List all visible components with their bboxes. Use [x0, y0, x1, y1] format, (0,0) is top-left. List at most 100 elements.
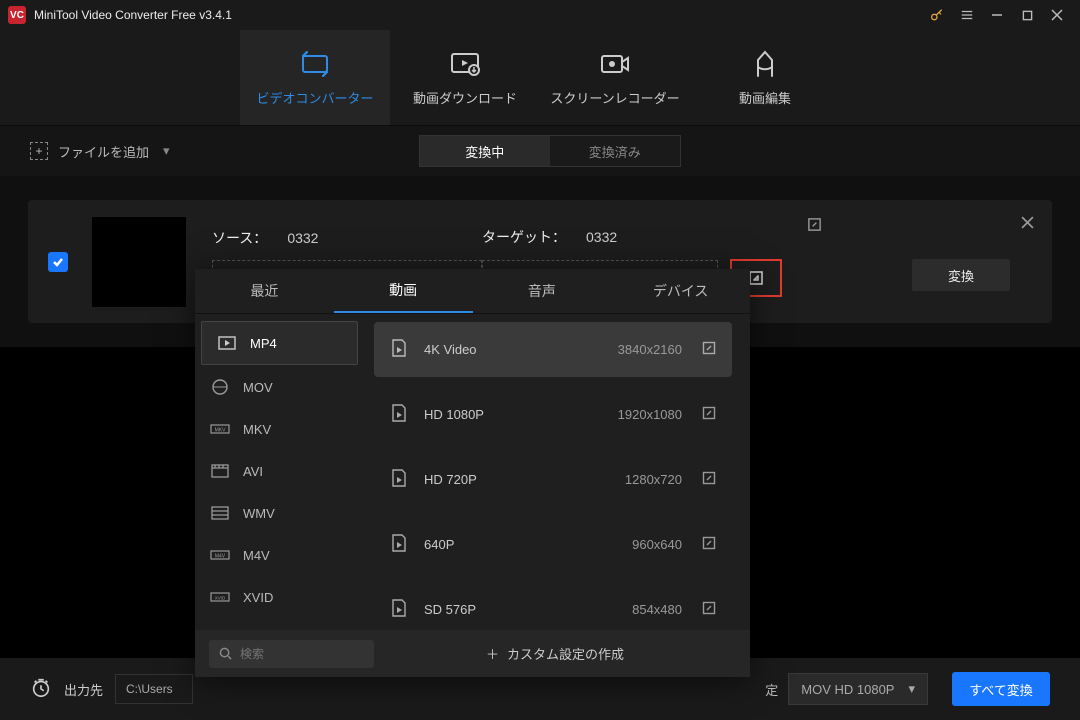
clock-icon[interactable] — [30, 677, 52, 702]
minimize-button[interactable] — [982, 0, 1012, 30]
plus-icon: + — [30, 142, 48, 160]
play-file-icon — [390, 403, 410, 426]
format-item-wmv[interactable]: WMV — [195, 492, 364, 534]
nav-video-download[interactable]: 動画ダウンロード — [390, 30, 540, 125]
svg-text:MKV: MKV — [215, 428, 227, 434]
source-filename: 0332 — [287, 230, 318, 246]
convert-button[interactable]: 変換 — [912, 259, 1010, 291]
plus-icon: ＋ — [486, 644, 499, 663]
seg-converted[interactable]: 変換済み — [550, 136, 680, 166]
file-checkbox[interactable] — [48, 252, 68, 272]
output-preset-dropdown[interactable]: MOV HD 1080P ▾ — [788, 673, 928, 705]
popup-tabs: 最近 動画 音声 デバイス — [195, 269, 750, 314]
preset-name: HD 720P — [424, 472, 598, 487]
target-filename: 0332 — [586, 229, 617, 245]
preset-edit-icon[interactable] — [702, 536, 716, 553]
preset-resolution: 854x480 — [598, 602, 682, 617]
nav-label: スクリーンレコーダー — [550, 88, 679, 107]
maximize-button[interactable] — [1012, 0, 1042, 30]
preset-576p[interactable]: SD 576P 854x480 — [374, 582, 732, 630]
target-label: ターゲット： — [482, 227, 566, 247]
svg-text:M4V: M4V — [215, 554, 226, 560]
convert-all-button[interactable]: すべて変換 — [952, 672, 1050, 706]
output-path-field[interactable]: C:\Users — [115, 674, 193, 704]
convert-icon — [299, 48, 331, 80]
avi-icon — [209, 464, 231, 478]
preset-edit-icon[interactable] — [702, 406, 716, 423]
mkv-icon: MKV — [209, 423, 231, 435]
nav-label: 動画編集 — [739, 88, 791, 107]
download-icon — [449, 48, 481, 80]
popup-footer: ＋ カスタム設定の作成 — [195, 630, 750, 677]
format-popup: 最近 動画 音声 デバイス MP4 MOV MKVMKV AVI WMV M4V… — [195, 269, 750, 677]
search-input[interactable] — [238, 646, 342, 662]
svg-text:XVID: XVID — [215, 596, 226, 601]
edit-target-icon[interactable] — [807, 217, 822, 235]
key-icon[interactable] — [922, 0, 952, 30]
preset-640p[interactable]: 640P 960x640 — [374, 517, 732, 572]
title-bar: VC MiniTool Video Converter Free v3.4.1 — [0, 0, 1080, 30]
preset-resolution: 3840x2160 — [598, 342, 682, 357]
preset-name: HD 1080P — [424, 407, 598, 422]
video-thumbnail[interactable] — [92, 217, 186, 307]
tab-device[interactable]: デバイス — [611, 269, 750, 313]
preset-edit-icon[interactable] — [702, 341, 716, 358]
nav-label: 動画ダウンロード — [413, 88, 517, 107]
search-icon — [219, 647, 232, 660]
nav-label: ビデオコンバーター — [256, 88, 373, 107]
preset-name: 4K Video — [424, 342, 598, 357]
app-logo-icon: VC — [8, 6, 26, 24]
create-custom-preset[interactable]: ＋ カスタム設定の作成 — [374, 644, 736, 663]
preset-1080p[interactable]: HD 1080P 1920x1080 — [374, 387, 732, 442]
play-file-icon — [390, 598, 410, 621]
nav-video-converter[interactable]: ビデオコンバーター — [240, 30, 390, 125]
chevron-down-icon: ▾ — [908, 681, 915, 697]
format-list: MP4 MOV MKVMKV AVI WMV M4VM4V XVIDXVID A… — [195, 314, 364, 630]
preset-list[interactable]: 4K Video 3840x2160 HD 1080P 1920x1080 HD… — [364, 314, 750, 630]
settings-suffix: 定 — [765, 680, 778, 699]
status-segmented-control: 変換中 変換済み — [419, 135, 681, 167]
search-box[interactable] — [209, 640, 374, 668]
format-item-mkv[interactable]: MKVMKV — [195, 408, 364, 450]
preset-720p[interactable]: HD 720P 1280x720 — [374, 452, 732, 507]
tab-audio[interactable]: 音声 — [473, 269, 612, 313]
main-nav: ビデオコンバーター 動画ダウンロード スクリーンレコーダー 動画編集 — [0, 30, 1080, 126]
m4v-icon: M4V — [209, 549, 231, 561]
format-item-avi[interactable]: AVI — [195, 450, 364, 492]
nav-video-edit[interactable]: 動画編集 — [690, 30, 840, 125]
preset-edit-icon[interactable] — [702, 471, 716, 488]
format-item-mov[interactable]: MOV — [195, 366, 364, 408]
menu-icon[interactable] — [952, 0, 982, 30]
add-file-button[interactable]: + ファイルを追加 ▾ — [30, 142, 170, 161]
preset-resolution: 1280x720 — [598, 472, 682, 487]
tab-video[interactable]: 動画 — [334, 269, 473, 313]
mov-icon — [209, 378, 231, 396]
preset-edit-icon[interactable] — [702, 601, 716, 618]
format-item-xvid[interactable]: XVIDXVID — [195, 576, 364, 618]
seg-converting[interactable]: 変換中 — [420, 136, 550, 166]
close-button[interactable] — [1042, 0, 1072, 30]
preset-resolution: 1920x1080 — [598, 407, 682, 422]
format-item-asf[interactable]: ASF — [195, 618, 364, 630]
preset-4k[interactable]: 4K Video 3840x2160 — [374, 322, 732, 377]
preset-resolution: 960x640 — [598, 537, 682, 552]
video-file-icon — [216, 336, 238, 350]
add-file-label: ファイルを追加 — [58, 142, 149, 161]
nav-screen-recorder[interactable]: スクリーンレコーダー — [540, 30, 690, 125]
format-item-mp4[interactable]: MP4 — [201, 321, 358, 365]
wmv-icon — [209, 506, 231, 520]
play-file-icon — [390, 533, 410, 556]
play-file-icon — [390, 338, 410, 361]
app-title: MiniTool Video Converter Free v3.4.1 — [34, 8, 232, 22]
tab-recent[interactable]: 最近 — [195, 269, 334, 313]
preset-name: 640P — [424, 537, 598, 552]
edit-icon — [752, 48, 778, 80]
record-icon — [599, 48, 631, 80]
toolbar: + ファイルを追加 ▾ 変換中 変換済み — [0, 126, 1080, 176]
xvid-icon: XVID — [209, 591, 231, 603]
remove-file-button[interactable] — [1021, 216, 1034, 232]
source-label: ソース： — [212, 228, 267, 248]
play-file-icon — [390, 468, 410, 491]
format-item-m4v[interactable]: M4VM4V — [195, 534, 364, 576]
output-label: 出力先 — [64, 680, 103, 699]
